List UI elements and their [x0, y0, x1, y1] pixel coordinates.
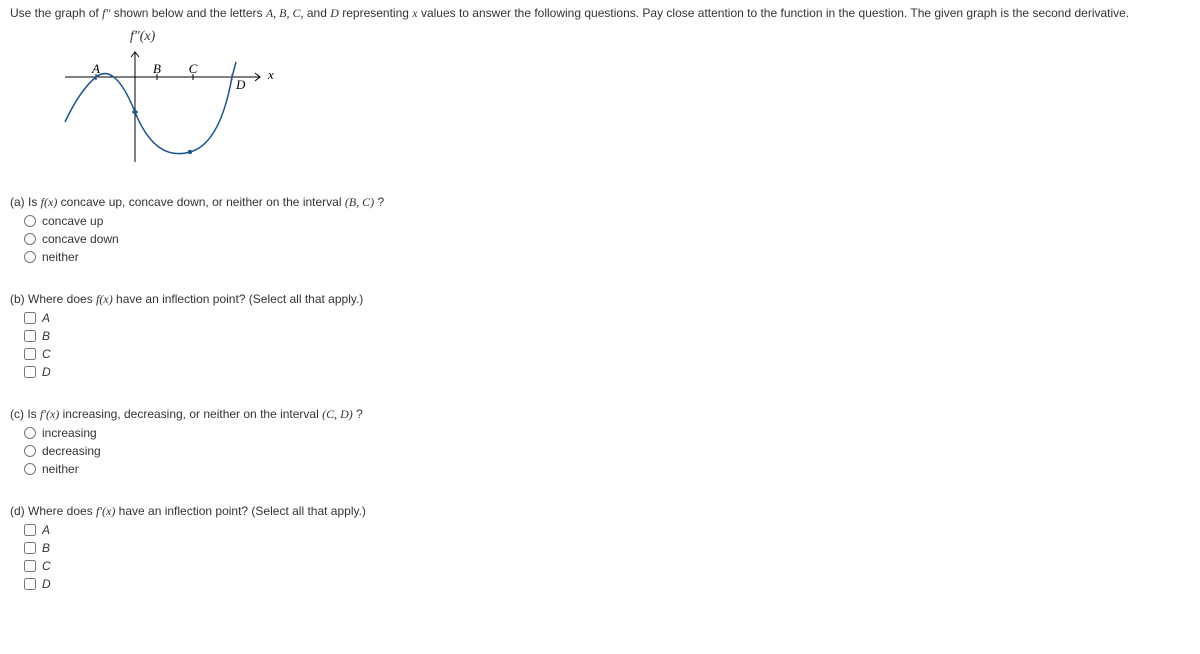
point-label-b: B — [153, 61, 161, 76]
option-a-concave-up[interactable]: concave up — [24, 214, 1190, 228]
radio-a-2[interactable] — [24, 251, 36, 263]
question-d-text: (d) Where does f′(x) have an inflection … — [10, 504, 1190, 519]
radio-a-0[interactable] — [24, 215, 36, 227]
option-b-A[interactable]: A — [24, 311, 1190, 325]
checkbox-b-0[interactable] — [24, 312, 36, 324]
question-c: (c) Is f′(x) increasing, decreasing, or … — [10, 407, 1190, 476]
option-b-C[interactable]: C — [24, 347, 1190, 361]
point-label-c: C — [189, 61, 198, 76]
radio-c-1[interactable] — [24, 445, 36, 457]
graph-figure: f″(x) A B C D x — [60, 29, 280, 167]
question-a-text: (a) Is f(x) concave up, concave down, or… — [10, 195, 1190, 210]
option-c-neither[interactable]: neither — [24, 462, 1190, 476]
second-derivative-graph: A B C D x — [60, 47, 280, 167]
question-c-text: (c) Is f′(x) increasing, decreasing, or … — [10, 407, 1190, 422]
question-b-text: (b) Where does f(x) have an inflection p… — [10, 292, 1190, 307]
option-b-D[interactable]: D — [24, 365, 1190, 379]
checkbox-d-3[interactable] — [24, 578, 36, 590]
checkbox-b-3[interactable] — [24, 366, 36, 378]
point-label-a: A — [91, 61, 100, 76]
checkbox-d-1[interactable] — [24, 542, 36, 554]
option-c-decreasing[interactable]: decreasing — [24, 444, 1190, 458]
radio-a-1[interactable] — [24, 233, 36, 245]
question-d: (d) Where does f′(x) have an inflection … — [10, 504, 1190, 591]
x-axis-label: x — [267, 67, 274, 82]
checkbox-d-0[interactable] — [24, 524, 36, 536]
option-a-concave-down[interactable]: concave down — [24, 232, 1190, 246]
intro-text: Use the graph of f″ shown below and the … — [10, 6, 1190, 21]
checkbox-b-2[interactable] — [24, 348, 36, 360]
option-b-B[interactable]: B — [24, 329, 1190, 343]
point-label-d: D — [235, 77, 246, 92]
checkbox-b-1[interactable] — [24, 330, 36, 342]
question-a: (a) Is f(x) concave up, concave down, or… — [10, 195, 1190, 264]
question-b: (b) Where does f(x) have an inflection p… — [10, 292, 1190, 379]
option-d-B[interactable]: B — [24, 541, 1190, 555]
option-a-neither[interactable]: neither — [24, 250, 1190, 264]
radio-c-0[interactable] — [24, 427, 36, 439]
option-d-D[interactable]: D — [24, 577, 1190, 591]
option-d-A[interactable]: A — [24, 523, 1190, 537]
radio-c-2[interactable] — [24, 463, 36, 475]
checkbox-d-2[interactable] — [24, 560, 36, 572]
option-c-increasing[interactable]: increasing — [24, 426, 1190, 440]
y-axis-label: f″(x) — [130, 29, 280, 45]
option-d-C[interactable]: C — [24, 559, 1190, 573]
